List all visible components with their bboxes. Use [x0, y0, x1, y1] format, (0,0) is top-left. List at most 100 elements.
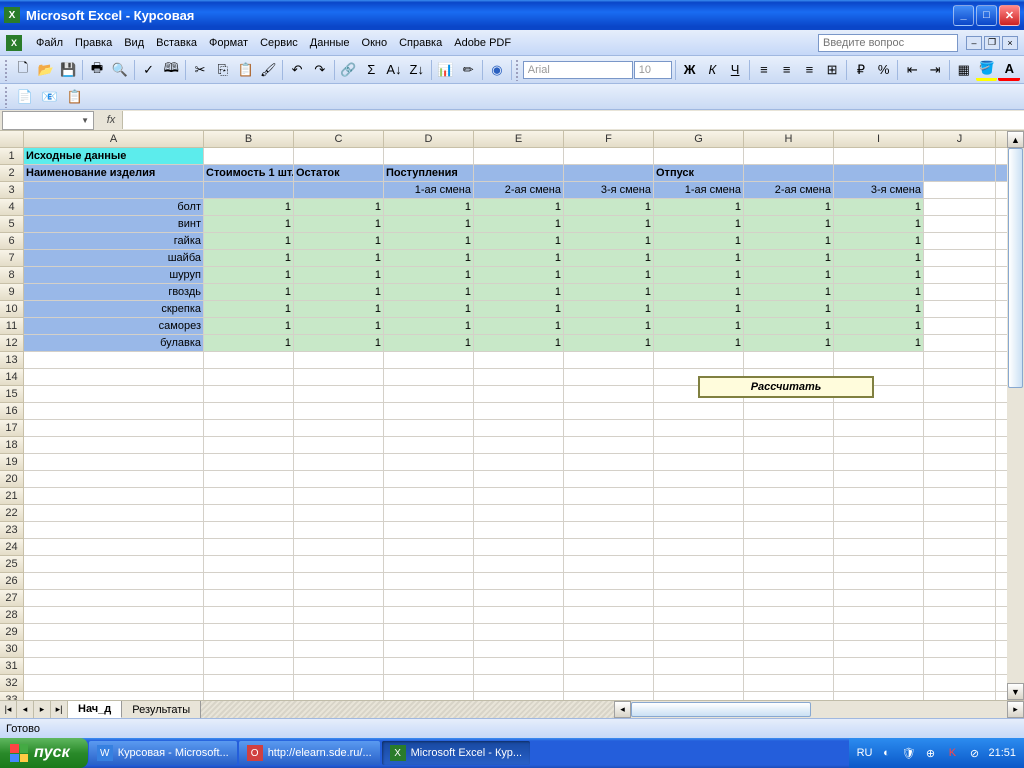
cell[interactable] — [834, 641, 924, 658]
column-header[interactable]: J — [924, 131, 996, 148]
cell[interactable]: 1 — [294, 216, 384, 233]
cell[interactable] — [654, 522, 744, 539]
cell[interactable] — [564, 454, 654, 471]
cell[interactable] — [924, 437, 996, 454]
percent-icon[interactable]: % — [873, 59, 895, 81]
tab-first-button[interactable]: |◂ — [0, 701, 17, 718]
cell[interactable] — [834, 148, 924, 165]
cell[interactable] — [924, 284, 996, 301]
tray-icon[interactable]: ◐ — [878, 745, 894, 761]
cell[interactable] — [474, 590, 564, 607]
cell[interactable]: 1 — [564, 318, 654, 335]
cell[interactable] — [204, 658, 294, 675]
cell[interactable] — [294, 573, 384, 590]
horizontal-scrollbar[interactable]: ◂ ▸ — [614, 701, 1024, 718]
cell[interactable] — [744, 675, 834, 692]
cell[interactable] — [294, 556, 384, 573]
minimize-button[interactable]: _ — [953, 5, 974, 26]
cell[interactable] — [294, 539, 384, 556]
cell[interactable]: саморез — [24, 318, 204, 335]
column-header[interactable]: D — [384, 131, 474, 148]
cell[interactable] — [24, 590, 204, 607]
cell[interactable]: гвоздь — [24, 284, 204, 301]
cell[interactable] — [24, 641, 204, 658]
cell[interactable]: 1 — [834, 284, 924, 301]
menu-data[interactable]: Данные — [304, 35, 356, 51]
column-header[interactable]: C — [294, 131, 384, 148]
cell[interactable] — [744, 624, 834, 641]
cell[interactable] — [654, 556, 744, 573]
cell[interactable] — [924, 250, 996, 267]
cell[interactable] — [384, 590, 474, 607]
cell[interactable] — [744, 658, 834, 675]
cell[interactable]: Отпуск — [654, 165, 744, 182]
cell[interactable]: 1 — [204, 284, 294, 301]
cell[interactable] — [744, 165, 834, 182]
clock[interactable]: 21:51 — [988, 747, 1016, 759]
cell[interactable] — [564, 148, 654, 165]
cell[interactable] — [24, 182, 204, 199]
cell[interactable] — [294, 505, 384, 522]
scroll-right-button[interactable]: ▸ — [1007, 701, 1024, 718]
currency-icon[interactable]: ₽ — [850, 59, 872, 81]
cell[interactable] — [474, 573, 564, 590]
cell[interactable] — [24, 522, 204, 539]
cell[interactable]: винт — [24, 216, 204, 233]
help-icon[interactable]: ◉ — [486, 59, 508, 81]
cell[interactable]: Наименование изделия — [24, 165, 204, 182]
cell[interactable] — [654, 624, 744, 641]
cell[interactable] — [654, 403, 744, 420]
borders-icon[interactable]: ▦ — [953, 59, 975, 81]
cell[interactable] — [834, 403, 924, 420]
menu-view[interactable]: Вид — [118, 35, 150, 51]
cell[interactable]: 1 — [294, 267, 384, 284]
spreadsheet-grid[interactable]: ABCDEFGHIJK1Исходные данные2Наименование… — [0, 131, 1024, 709]
cell[interactable]: 1 — [204, 233, 294, 250]
cell[interactable]: булавка — [24, 335, 204, 352]
cell[interactable] — [24, 369, 204, 386]
row-header[interactable]: 30 — [0, 641, 24, 658]
cell[interactable] — [384, 675, 474, 692]
cell[interactable] — [654, 675, 744, 692]
bold-icon[interactable]: Ж — [679, 59, 701, 81]
cell[interactable] — [564, 522, 654, 539]
cell[interactable] — [204, 352, 294, 369]
cell[interactable] — [744, 607, 834, 624]
cell[interactable] — [384, 352, 474, 369]
menu-format[interactable]: Формат — [203, 35, 254, 51]
tray-icon[interactable]: 🛡 — [900, 745, 916, 761]
cell[interactable] — [204, 624, 294, 641]
cell[interactable] — [294, 454, 384, 471]
sort-desc-icon[interactable]: Z↓ — [406, 59, 428, 81]
cell[interactable]: 1 — [834, 216, 924, 233]
cell[interactable]: Исходные данные — [24, 148, 204, 165]
cell[interactable] — [564, 165, 654, 182]
cell[interactable] — [24, 624, 204, 641]
cell[interactable] — [24, 352, 204, 369]
cell[interactable] — [204, 454, 294, 471]
cell[interactable] — [204, 488, 294, 505]
cell[interactable] — [834, 488, 924, 505]
scroll-left-button[interactable]: ◂ — [614, 701, 631, 718]
cell[interactable] — [564, 556, 654, 573]
cell[interactable]: 1 — [204, 318, 294, 335]
cell[interactable] — [294, 420, 384, 437]
column-header[interactable]: F — [564, 131, 654, 148]
cell[interactable] — [564, 539, 654, 556]
cell[interactable]: 1 — [834, 267, 924, 284]
cell[interactable] — [294, 624, 384, 641]
cell[interactable] — [564, 471, 654, 488]
pdf-convert-icon[interactable]: 📄 — [14, 86, 36, 108]
cell[interactable] — [384, 556, 474, 573]
scroll-down-button[interactable]: ▼ — [1007, 683, 1024, 700]
cell[interactable] — [204, 641, 294, 658]
cell[interactable] — [834, 471, 924, 488]
cell[interactable] — [834, 624, 924, 641]
cell[interactable] — [924, 675, 996, 692]
cell[interactable] — [924, 505, 996, 522]
cell[interactable] — [474, 607, 564, 624]
cell[interactable] — [744, 539, 834, 556]
cell[interactable] — [564, 403, 654, 420]
calculate-button[interactable]: Рассчитать — [698, 376, 874, 398]
cell[interactable]: 1 — [654, 233, 744, 250]
